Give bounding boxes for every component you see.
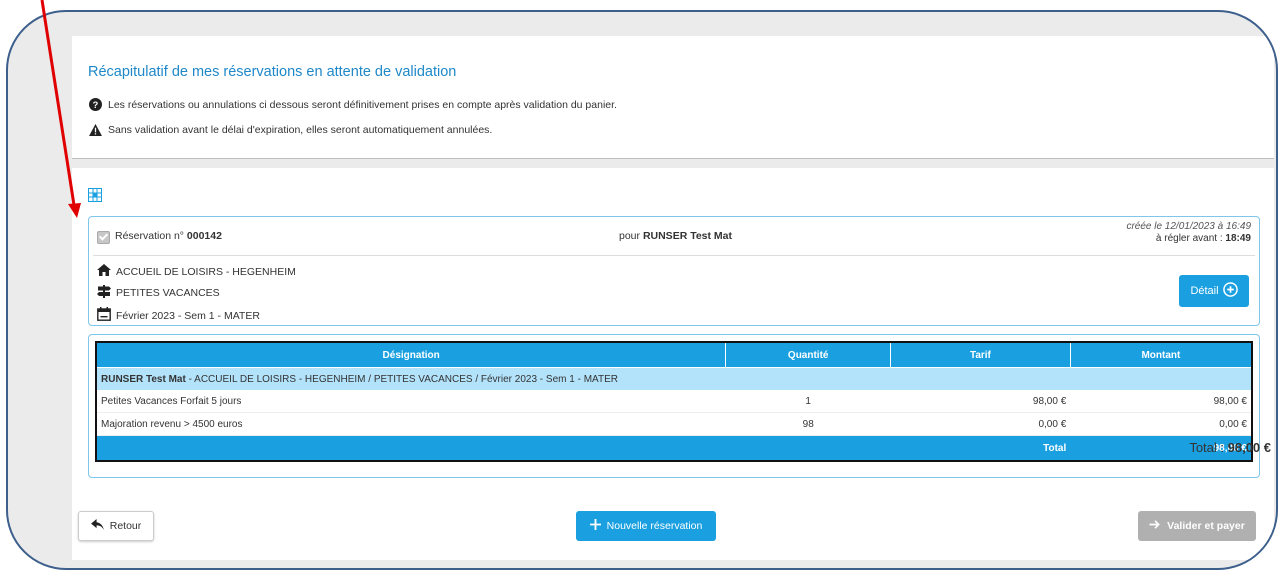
total-spacer [725,435,891,461]
house-icon [97,264,111,279]
cell-quantity: 98 [725,412,891,436]
group-cell: RUNSER Test Mat - ACCUEIL DE LOISIRS - H… [96,367,1252,390]
reservation-header: Réservation n° 000142 pour RUNSER Test M… [89,217,1259,255]
table-row: Majoration revenu > 4500 euros 98 0,00 €… [96,412,1252,436]
reservation-for-label: pour [619,230,641,242]
reservation-period: Février 2023 - Sem 1 - MATER [97,307,260,324]
grand-total: Total : 98,00 € [1189,440,1271,455]
annotation-arrow-icon [40,0,81,218]
reservation-for-name: RUNSER Test Mat [642,230,733,242]
warning-note: Sans validation avant le délai d'expirat… [88,124,492,136]
cell-quantity: 1 [725,390,891,413]
reservation-number-value: 000142 [186,230,222,242]
back-button[interactable]: Retour [78,511,154,541]
reservation-table: Désignation Quantité Tarif Montant RUNSE… [95,341,1253,462]
cell-designation: Petites Vacances Forfait 5 jours [96,390,726,413]
group-name: RUNSER Test Mat [101,373,186,385]
reservation-number: Réservation n° 000142 [115,230,222,242]
new-reservation-label: Nouvelle réservation [606,520,703,532]
cell-rate: 98,00 € [890,390,1071,413]
validate-and-pay-label: Valider et payer [1167,520,1245,532]
calendar-icon [97,307,111,324]
reservation-for: pour RUNSER Test Mat [619,230,732,242]
reply-arrow-icon [90,519,104,533]
grand-total-label: Total : [1189,440,1224,455]
signpost-icon [97,285,111,301]
info-note-text: Les réservations ou annulations ci desso… [108,98,617,111]
cell-amount: 0,00 € [1070,412,1252,436]
cell-rate: 0,00 € [890,412,1071,436]
table-total-row: Total 98,00 € [96,435,1252,461]
summary-header-panel: Récapitulatif de mes réservations en att… [72,36,1274,159]
back-button-label: Retour [109,520,142,532]
plus-icon [589,519,601,533]
header-rate: Tarif [890,341,1071,368]
page-title: Récapitulatif de mes réservations en att… [88,64,457,80]
activity-type-label: PETITES VACANCES [116,287,220,299]
cell-designation: Majoration revenu > 4500 euros [96,412,726,436]
reservation-panel: Réservation n° 000142 pour RUNSER Test M… [72,168,1274,560]
header-amount: Montant [1069,341,1253,368]
reservation-created-date: créée le 12/01/2023 à 16:49 [1126,221,1251,232]
warning-note-text: Sans validation avant le délai d'expirat… [108,124,493,136]
reservation-table-card: Désignation Quantité Tarif Montant RUNSE… [88,334,1260,478]
divider [93,255,1255,256]
new-reservation-button[interactable]: Nouvelle réservation [576,511,716,541]
center-label: ACCUEIL DE LOISIRS - HEGENHEIM [116,265,296,278]
validate-and-pay-button[interactable]: Valider et payer [1138,511,1256,541]
reservation-center: ACCUEIL DE LOISIRS - HEGENHEIM [97,264,296,279]
detail-button-label: Détail [1190,285,1219,297]
table-total-label: Total [890,435,1071,461]
reservation-deadline: à régler avant : 18:49 [1156,233,1251,244]
reservation-activity-type: PETITES VACANCES [97,285,220,301]
deadline-time: 18:49 [1225,233,1251,244]
reservation-card: Réservation n° 000142 pour RUNSER Test M… [88,216,1260,326]
info-note: ? Les réservations ou annulations ci des… [88,98,617,111]
table-group-row: RUNSER Test Mat - ACCUEIL DE LOISIRS - H… [96,367,1252,390]
group-description: - ACCUEIL DE LOISIRS - HEGENHEIM / PETIT… [188,373,618,385]
header-designation: Désignation [95,341,727,368]
plus-circle-icon [1222,282,1238,300]
app-frame: Récapitulatif de mes réservations en att… [6,10,1278,570]
deadline-label: à régler avant : [1155,233,1223,244]
table-row: Petites Vacances Forfait 5 jours 1 98,00… [96,390,1252,413]
total-spacer [96,435,726,461]
arrow-right-icon [1149,519,1161,533]
reservation-number-label: Réservation n° [115,230,184,242]
table-header-row: Désignation Quantité Tarif Montant [95,341,1253,368]
detail-button[interactable]: Détail [1179,275,1249,307]
grand-total-value: 98,00 € [1227,440,1271,455]
header-quantity: Quantité [725,341,892,368]
period-label: Février 2023 - Sem 1 - MATER [116,309,260,322]
cell-amount: 98,00 € [1070,390,1252,413]
